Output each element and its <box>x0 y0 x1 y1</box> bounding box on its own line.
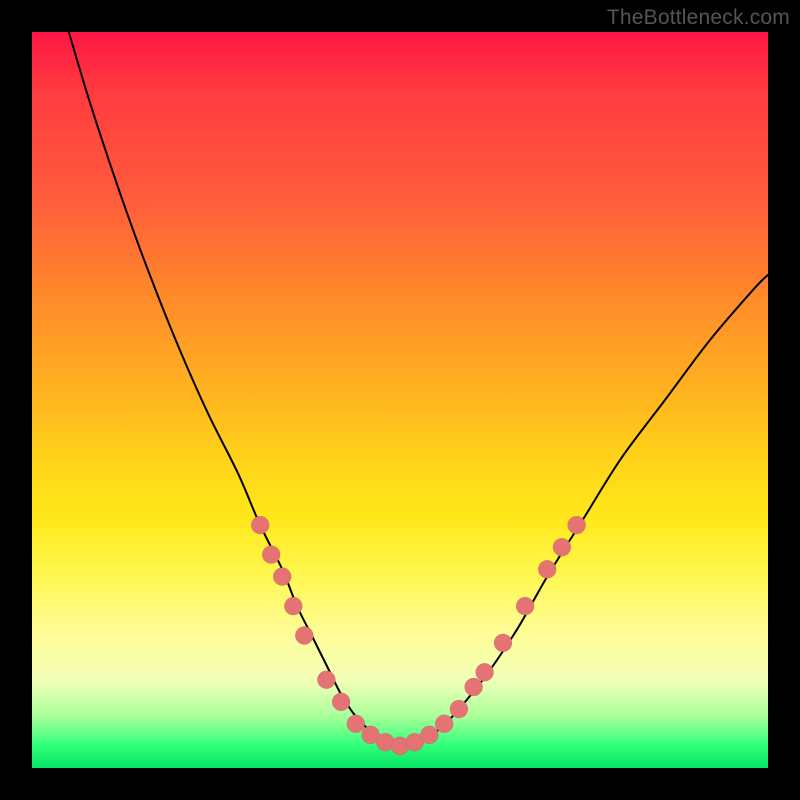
data-dot <box>273 568 291 586</box>
chart-frame: TheBottleneck.com <box>0 0 800 800</box>
data-dot <box>284 597 302 615</box>
bottleneck-curve-line <box>69 32 768 746</box>
data-dot <box>538 560 556 578</box>
data-dot <box>450 700 468 718</box>
chart-svg <box>32 32 768 768</box>
data-dot <box>553 538 571 556</box>
data-dot <box>317 671 335 689</box>
data-dot <box>295 627 313 645</box>
watermark-text: TheBottleneck.com <box>607 6 790 30</box>
data-dot <box>568 516 586 534</box>
data-dot <box>476 663 494 681</box>
chart-plot-area <box>32 32 768 768</box>
data-dot <box>332 693 350 711</box>
data-dot <box>494 634 512 652</box>
data-dots-group <box>251 516 585 755</box>
data-dot <box>251 516 269 534</box>
data-dot <box>347 715 365 733</box>
data-dot <box>516 597 534 615</box>
data-dot <box>420 726 438 744</box>
data-dot <box>465 678 483 696</box>
data-dot <box>435 715 453 733</box>
data-dot <box>262 546 280 564</box>
